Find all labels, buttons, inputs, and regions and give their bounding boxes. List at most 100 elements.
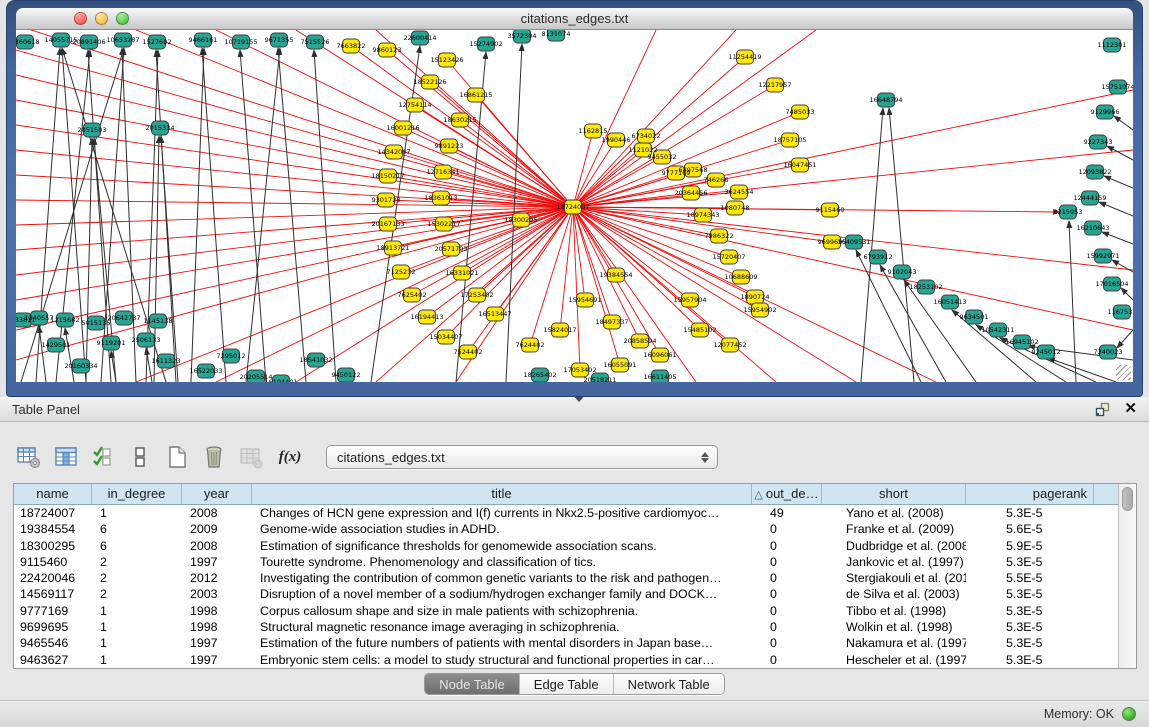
zoom-window-icon[interactable] xyxy=(116,12,129,25)
table-cell: 5.3E-5 xyxy=(966,635,1094,651)
citation-edge-black[interactable] xyxy=(86,138,92,382)
table-cell: 0 xyxy=(752,554,822,570)
table-selector-value: citations_edges.txt xyxy=(337,450,701,465)
citation-edge-black[interactable] xyxy=(191,48,204,382)
table-row[interactable]: 1830029562008Estimation of significance … xyxy=(14,538,1118,554)
table-row[interactable]: 946362711997Embryonic stem cells: a mode… xyxy=(14,652,1118,668)
column-header-out_de[interactable]: △out_de… xyxy=(752,484,822,504)
citation-edge-red[interactable] xyxy=(573,30,816,207)
table-vertical-scrollbar[interactable] xyxy=(1118,484,1136,668)
table-cell: 9115460 xyxy=(14,554,92,570)
citation-network-graph[interactable]: 2360618140557152089140610653287152760294… xyxy=(16,30,1133,382)
citation-edge-black[interactable] xyxy=(156,50,176,382)
citation-edge-black[interactable] xyxy=(65,328,74,382)
citation-edge-black[interactable] xyxy=(146,50,158,382)
citation-edge-red[interactable] xyxy=(16,30,573,207)
citation-edge-red[interactable] xyxy=(573,207,1133,330)
split-pane-handle[interactable] xyxy=(575,397,584,402)
function-builder-button[interactable]: f(x) xyxy=(273,442,307,472)
network-view-window[interactable]: citations_edges.txt 23606181405571520891… xyxy=(6,0,1143,397)
citation-edge-black[interactable] xyxy=(154,136,159,382)
minimize-window-icon[interactable] xyxy=(95,12,108,25)
table-row[interactable]: 911546021997Tourette syndrome. Phenomeno… xyxy=(14,554,1118,570)
table-row[interactable]: 977716911998Corpus callosum shape and si… xyxy=(14,603,1118,619)
tab-node-table[interactable]: Node Table xyxy=(425,674,519,694)
citation-edge-red[interactable] xyxy=(560,207,573,330)
citation-edge-black[interactable] xyxy=(1102,232,1133,244)
graph-node-label: 12217957 xyxy=(758,81,791,89)
citation-edge-black[interactable] xyxy=(122,48,136,382)
graph-node-label: 1215682 xyxy=(51,316,80,324)
graph-node-label: 19384554 xyxy=(599,271,632,279)
graph-node-label: 1112301 xyxy=(1098,41,1127,49)
delete-table-button[interactable] xyxy=(236,442,266,472)
tab-network-table[interactable]: Network Table xyxy=(613,674,724,694)
column-header-year[interactable]: year xyxy=(182,484,252,504)
citation-edge-black[interactable] xyxy=(1048,358,1116,382)
column-visibility-icon xyxy=(53,444,79,470)
citation-edge-black[interactable] xyxy=(246,48,280,382)
column-visibility-button[interactable] xyxy=(51,442,81,472)
citation-edge-black[interactable] xyxy=(278,48,306,382)
citation-edge-black[interactable] xyxy=(1117,330,1133,348)
citation-edge-black[interactable] xyxy=(1121,288,1133,300)
citation-edge-black[interactable] xyxy=(39,326,46,382)
graph-node-label: 18300295 xyxy=(504,216,537,224)
graph-node-label: 20571703 xyxy=(434,245,467,253)
citation-edge-red[interactable] xyxy=(451,207,573,249)
table-row[interactable]: 1872400712008Changes of HCN gene express… xyxy=(14,505,1118,521)
citation-edge-red[interactable] xyxy=(573,207,690,300)
citation-edge-black[interactable] xyxy=(21,48,124,382)
select-rows-button[interactable] xyxy=(88,442,118,472)
tab-edge-table[interactable]: Edge Table xyxy=(519,674,613,694)
citation-edge-red[interactable] xyxy=(573,207,700,330)
table-cell: 9465546 xyxy=(14,635,92,651)
citation-edge-black[interactable] xyxy=(1099,202,1133,216)
column-header-pagerank[interactable]: pagerank xyxy=(966,484,1094,504)
table-row[interactable]: 1456911722003Disruption of a novel membe… xyxy=(14,586,1118,602)
citation-edge-red[interactable] xyxy=(476,95,573,207)
citation-edge-red[interactable] xyxy=(216,207,573,382)
graph-node-label: 12754114 xyxy=(398,101,431,109)
close-panel-button[interactable]: ✕ xyxy=(1124,402,1137,416)
citation-edge-black[interactable] xyxy=(1112,260,1133,272)
column-header-in_degree[interactable]: in_degree xyxy=(92,484,182,504)
citation-edge-black[interactable] xyxy=(1069,221,1076,382)
close-window-icon[interactable] xyxy=(74,12,87,25)
table-row[interactable]: 969969511998Structural magnetic resonanc… xyxy=(14,619,1118,635)
citation-edge-red[interactable] xyxy=(296,207,573,382)
citation-edge-black[interactable] xyxy=(1107,146,1133,160)
citation-edge-black[interactable] xyxy=(371,46,420,382)
citation-edge-black[interactable] xyxy=(56,50,90,382)
table-selector-dropdown[interactable]: citations_edges.txt xyxy=(326,445,718,469)
table-row[interactable]: 2242004622012Investigating the contribut… xyxy=(14,570,1118,586)
float-panel-button[interactable] xyxy=(1095,402,1110,417)
citation-edge-black[interactable] xyxy=(240,50,266,382)
citation-edge-black[interactable] xyxy=(202,48,226,382)
panel-layout-icon xyxy=(127,444,153,470)
citation-edge-black[interactable] xyxy=(1114,116,1133,130)
table-settings-button[interactable] xyxy=(14,442,44,472)
panel-layout-button[interactable] xyxy=(125,442,155,472)
delete-column-button[interactable] xyxy=(199,442,229,472)
window-resize-grip[interactable] xyxy=(1116,365,1131,380)
network-canvas[interactable]: 2360618140557152089140610653287152760294… xyxy=(16,30,1133,382)
scrollbar-thumb[interactable] xyxy=(1122,487,1133,511)
table-row[interactable]: 946554611997Estimation of the future num… xyxy=(14,635,1118,651)
citation-edge-red[interactable] xyxy=(573,150,643,207)
citation-edge-red[interactable] xyxy=(573,30,656,207)
citation-edge-red[interactable] xyxy=(573,140,616,207)
table-row[interactable]: 1938455462009Genome-wide association stu… xyxy=(14,521,1118,537)
table-settings-icon xyxy=(16,444,42,470)
citation-edge-black[interactable] xyxy=(904,280,976,382)
graph-node-label: 9227343 xyxy=(1084,138,1113,146)
column-header-title[interactable]: title xyxy=(252,484,752,504)
network-window-titlebar[interactable]: citations_edges.txt xyxy=(16,8,1133,30)
citation-edge-red[interactable] xyxy=(394,152,573,207)
column-header-short[interactable]: short xyxy=(822,484,966,504)
new-column-button[interactable] xyxy=(162,442,192,472)
citation-edge-black[interactable] xyxy=(1104,176,1133,188)
citation-edge-black[interactable] xyxy=(161,136,178,382)
graph-node-label: 10688609 xyxy=(724,273,757,281)
column-header-name[interactable]: name xyxy=(14,484,92,504)
